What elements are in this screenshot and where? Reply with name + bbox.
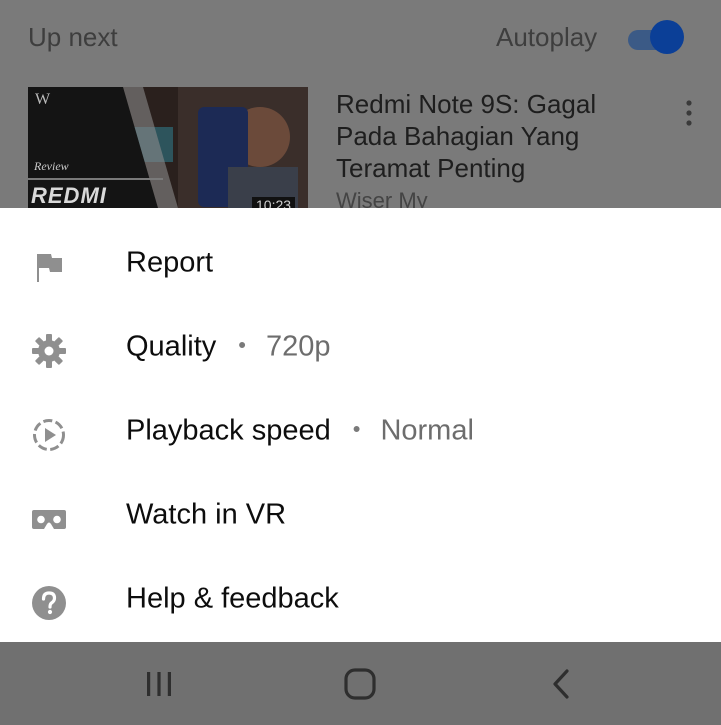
flag-icon — [37, 254, 62, 282]
quality-label: Quality — [126, 330, 217, 363]
help-circle-icon — [32, 586, 66, 620]
thumbnail-duration: 10:23 — [252, 197, 296, 208]
separator-dot: • — [352, 416, 361, 442]
quality-value: 720p — [265, 330, 331, 363]
options-menu-sheet: Report Quality • 720p Playback speed • N… — [0, 208, 721, 642]
separator-dot: • — [238, 332, 246, 358]
back-icon[interactable] — [542, 664, 582, 704]
playback-speed-value: Normal — [380, 414, 474, 447]
menu-item-quality[interactable]: Quality • 720p — [0, 308, 721, 392]
up-next-label: Up next — [28, 22, 118, 52]
menu-item-label: Playback speed • Normal — [126, 415, 474, 448]
thumbnail-brand: W — [35, 91, 51, 108]
menu-item-help-feedback[interactable]: Help & feedback — [0, 560, 721, 644]
autoplay-label: Autoplay — [496, 22, 598, 52]
menu-item-label: Report — [126, 246, 214, 279]
menu-item-label: Watch in VR — [126, 498, 287, 531]
menu-item-playback-speed[interactable]: Playback speed • Normal — [0, 392, 721, 476]
more-vert-icon[interactable] — [684, 100, 694, 126]
gear-icon — [32, 334, 66, 368]
system-nav-bar — [0, 642, 721, 725]
video-thumbnail[interactable]: W Review REDMI 10:23 — [28, 87, 308, 208]
playback-speed-icon — [33, 419, 65, 451]
home-icon[interactable] — [340, 664, 380, 704]
video-title[interactable]: Redmi Note 9S: Gagal Pada Bahagian Yang … — [336, 88, 636, 184]
vr-headset-icon — [32, 510, 66, 529]
autoplay-toggle[interactable] — [628, 20, 684, 54]
menu-item-watch-in-vr[interactable]: Watch in VR — [0, 476, 721, 560]
recents-icon[interactable] — [139, 664, 179, 704]
thumbnail-review-text: Review — [34, 159, 69, 173]
menu-item-report[interactable]: Report — [0, 224, 721, 308]
playback-speed-label: Playback speed — [126, 414, 331, 447]
toggle-knob — [650, 20, 684, 54]
menu-item-label: Quality • 720p — [126, 331, 330, 364]
up-next-panel: Up next Autoplay W Review REDMI 10:23 Re… — [0, 0, 721, 213]
menu-item-label: Help & feedback — [126, 582, 339, 615]
thumbnail-main-text: REDMI — [31, 183, 107, 208]
